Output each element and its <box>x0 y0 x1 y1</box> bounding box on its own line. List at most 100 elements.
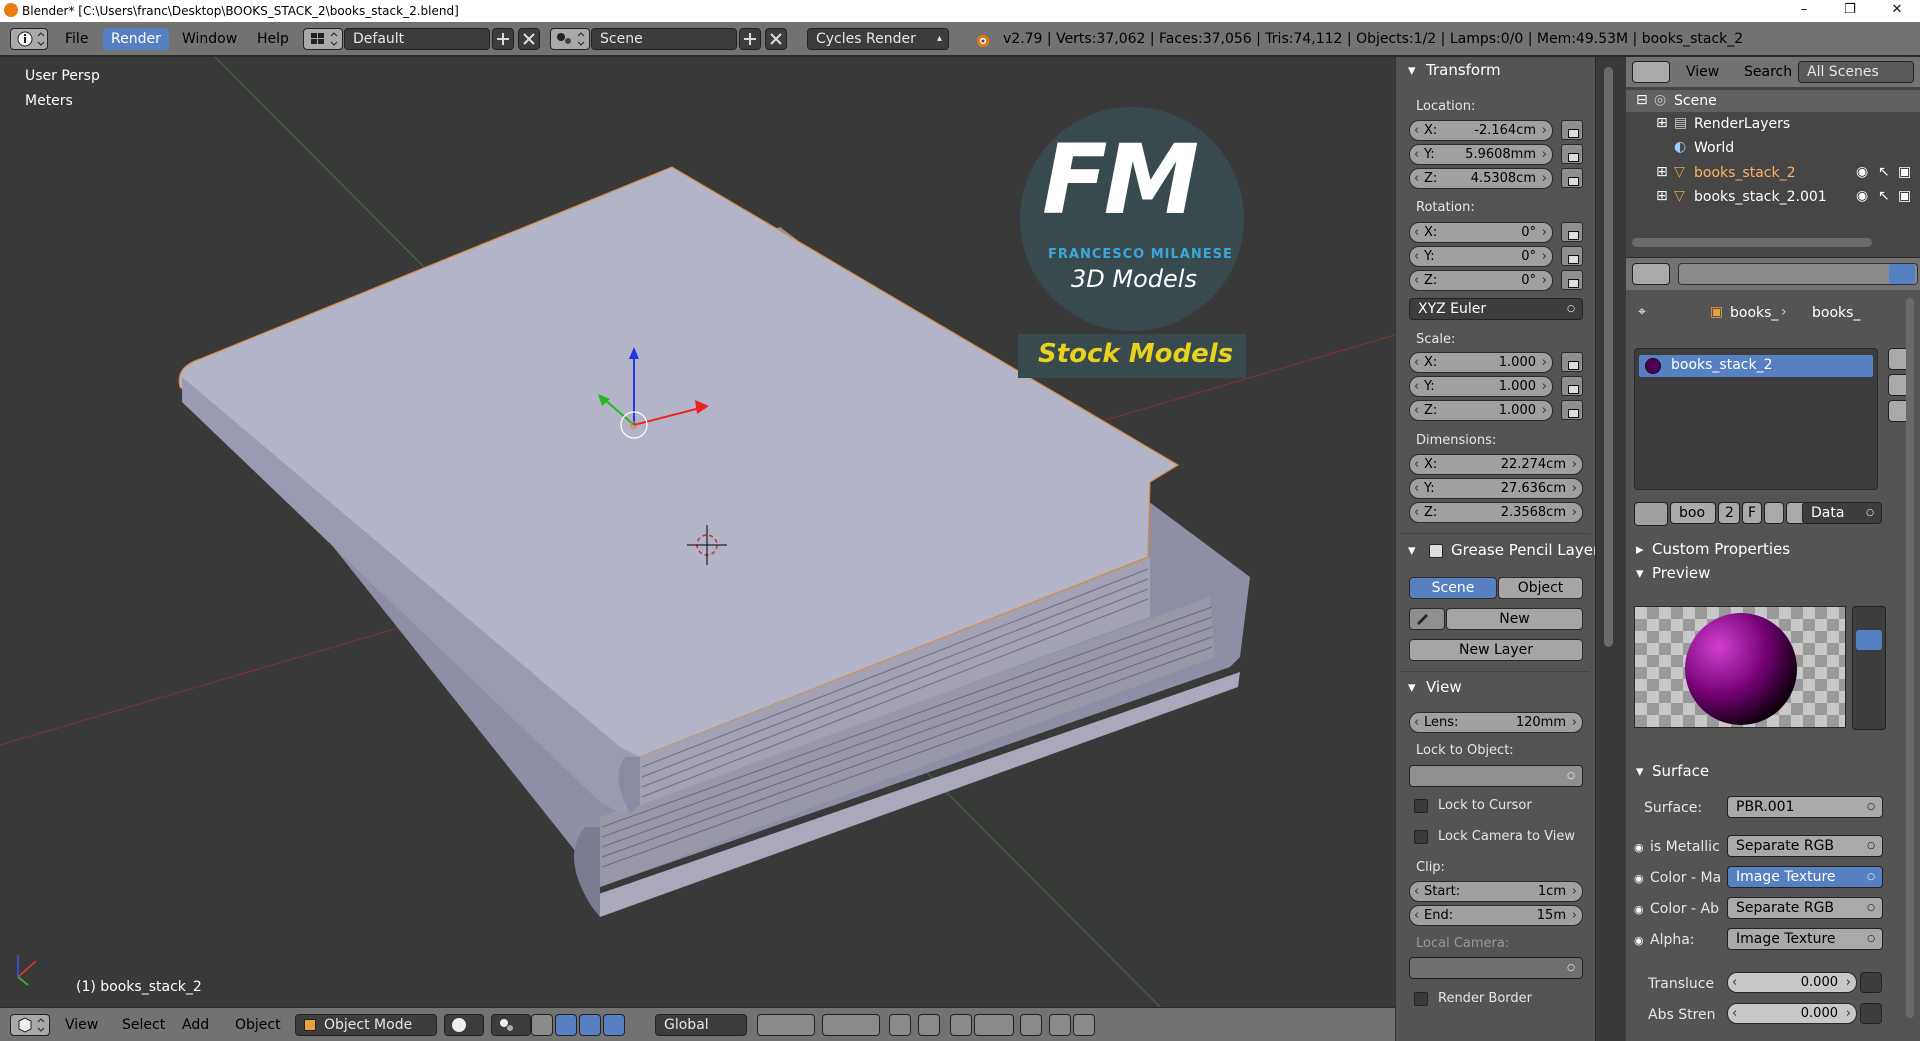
new-layer-button[interactable]: New Layer <box>1409 639 1583 661</box>
mode-select[interactable]: Object Mode <box>295 1014 437 1036</box>
pivot-select[interactable] <box>491 1014 531 1036</box>
fake-user-toggle[interactable]: F <box>1742 502 1762 524</box>
menu-render[interactable]: Render <box>103 28 169 50</box>
scene-add-button[interactable] <box>739 28 761 50</box>
rotation-x-field[interactable]: X:0° <box>1409 222 1553 243</box>
menu-help[interactable]: Help <box>257 31 289 47</box>
shading-select[interactable] <box>444 1014 484 1036</box>
view-panel-title[interactable]: View <box>1426 678 1462 696</box>
layout-add-button[interactable] <box>492 28 514 50</box>
preview-panel-title[interactable]: Preview <box>1652 564 1710 582</box>
menu-add[interactable]: Add <box>182 1017 209 1033</box>
manipulator-toggle[interactable] <box>531 1014 553 1036</box>
lens-field[interactable]: Lens:120mm <box>1409 712 1583 733</box>
lock-object-field[interactable] <box>1409 765 1583 787</box>
grease-object-tab[interactable]: Object <box>1498 577 1583 599</box>
cursor-select-icon[interactable]: ↖ <box>1878 188 1890 204</box>
eye-icon[interactable]: ◉ <box>1856 164 1868 180</box>
outliner-scrollbar[interactable] <box>1632 238 1872 247</box>
scale-y-field[interactable]: Y:1.000 <box>1409 376 1553 397</box>
menu-view[interactable]: View <box>65 1017 98 1033</box>
grease-pencil-new-button[interactable]: New <box>1446 608 1583 630</box>
close-button[interactable]: ✕ <box>1874 0 1920 22</box>
scene-name-field[interactable]: Scene <box>591 28 737 50</box>
location-x-field[interactable]: X:-2.164cm <box>1409 120 1553 141</box>
rotation-z-field[interactable]: Z:0° <box>1409 270 1553 291</box>
layout-browse-button[interactable] <box>303 28 343 50</box>
location-y-field[interactable]: Y:5.9608mm <box>1409 144 1553 165</box>
proportional-edit-button[interactable] <box>918 1014 940 1036</box>
editor-type-button[interactable] <box>1632 61 1670 83</box>
rotation-y-field[interactable]: Y:0° <box>1409 246 1553 267</box>
menu-window[interactable]: Window <box>182 31 237 47</box>
render-border-checkbox[interactable] <box>1414 992 1428 1006</box>
editor-type-button[interactable] <box>10 28 48 50</box>
layout-name-field[interactable]: Default <box>344 28 490 50</box>
scene-browse-button[interactable] <box>550 28 590 50</box>
snap-element-select[interactable] <box>974 1014 1014 1036</box>
material-slot-row[interactable]: books_stack_2 <box>1639 355 1873 377</box>
preview-type-buttons[interactable] <box>1852 606 1886 730</box>
npanel-scrollbar[interactable] <box>1604 67 1613 647</box>
eye-icon[interactable]: ◉ <box>1856 188 1868 204</box>
transform-panel-title[interactable]: Transform <box>1426 61 1501 79</box>
panel-collapse-arrow-icon[interactable]: ▾ <box>1636 564 1644 582</box>
input-alpha-select[interactable]: Image Texture <box>1727 928 1883 950</box>
outliner-item-renderlayers[interactable]: RenderLayers <box>1694 116 1790 132</box>
lock-rotation-z-icon[interactable] <box>1561 270 1583 290</box>
translucency-slider[interactable]: 0.000 <box>1727 972 1857 993</box>
clip-end-field[interactable]: End:15m <box>1409 905 1583 926</box>
dimension-x-field[interactable]: X:22.274cm <box>1409 454 1583 475</box>
layers-grid-1[interactable] <box>757 1014 815 1036</box>
lock-rotation-y-icon[interactable] <box>1561 246 1583 266</box>
editor-type-button[interactable] <box>10 1014 50 1036</box>
render-animation-button[interactable] <box>1073 1014 1095 1036</box>
panel-collapse-arrow-icon[interactable]: ▾ <box>1636 762 1644 780</box>
render-still-button[interactable] <box>1049 1014 1071 1036</box>
editor-type-button[interactable] <box>1632 263 1670 285</box>
lock-location-x-icon[interactable] <box>1561 120 1583 140</box>
breadcrumb-material[interactable]: books_ <box>1812 305 1860 321</box>
local-camera-field[interactable] <box>1409 957 1583 979</box>
lock-location-z-icon[interactable] <box>1561 168 1583 188</box>
location-z-field[interactable]: Z:4.5308cm <box>1409 168 1553 189</box>
3d-viewport[interactable]: User Persp Meters (1) books_stack_2 FM F… <box>0 57 1395 1007</box>
sphere-preview-button[interactable] <box>1856 630 1882 650</box>
clip-start-field[interactable]: Start:1cm <box>1409 881 1583 902</box>
breadcrumb-object[interactable]: books_ <box>1730 305 1778 321</box>
menu-object[interactable]: Object <box>235 1017 281 1033</box>
dimension-z-field[interactable]: Z:2.3568cm <box>1409 502 1583 523</box>
scale-x-field[interactable]: X:1.000 <box>1409 352 1553 373</box>
lock-scale-z-icon[interactable] <box>1561 400 1583 420</box>
snap-target-button[interactable] <box>1020 1014 1042 1036</box>
outliner-item-scene[interactable]: Scene <box>1674 93 1717 109</box>
lock-scale-y-icon[interactable] <box>1561 376 1583 396</box>
grease-pencil-panel-title[interactable]: Grease Pencil Layer <box>1451 541 1595 559</box>
layout-delete-button[interactable] <box>518 28 540 50</box>
lock-rotation-x-icon[interactable] <box>1561 222 1583 242</box>
expand-icon[interactable]: ⊞ <box>1656 164 1668 180</box>
layers-grid-2[interactable] <box>822 1014 880 1036</box>
lock-camera-checkbox[interactable] <box>1414 830 1428 844</box>
lock-cursor-checkbox[interactable] <box>1414 799 1428 813</box>
minimize-button[interactable]: – <box>1781 0 1827 22</box>
render-engine-select[interactable]: Cycles Render ▴ <box>807 28 949 50</box>
panel-collapse-arrow-icon[interactable]: ▸ <box>1636 540 1644 558</box>
expand-icon[interactable]: ⊞ <box>1656 188 1668 204</box>
translucency-link-button[interactable] <box>1860 972 1882 993</box>
cursor-select-icon[interactable]: ↖ <box>1878 164 1890 180</box>
collapse-icon[interactable]: ⊟ <box>1636 92 1648 108</box>
menu-select[interactable]: Select <box>122 1017 165 1033</box>
outliner-filter-select[interactable]: All Scenes <box>1798 61 1914 83</box>
input-color-ab-select[interactable]: Separate RGB <box>1727 897 1883 919</box>
scale-z-field[interactable]: Z:1.000 <box>1409 400 1553 421</box>
grease-pencil-browse-button[interactable] <box>1409 608 1445 630</box>
panel-collapse-arrow-icon[interactable]: ▾ <box>1408 61 1416 79</box>
lock-scale-x-icon[interactable] <box>1561 352 1583 372</box>
abs-strength-link-button[interactable] <box>1860 1003 1882 1024</box>
context-tabs[interactable] <box>1678 263 1918 285</box>
material-tab-icon[interactable] <box>1889 264 1915 284</box>
maximize-button[interactable]: ❐ <box>1827 0 1873 22</box>
rotation-mode-select[interactable]: XYZ Euler <box>1409 298 1583 320</box>
outliner-view-menu[interactable]: View <box>1686 64 1719 80</box>
